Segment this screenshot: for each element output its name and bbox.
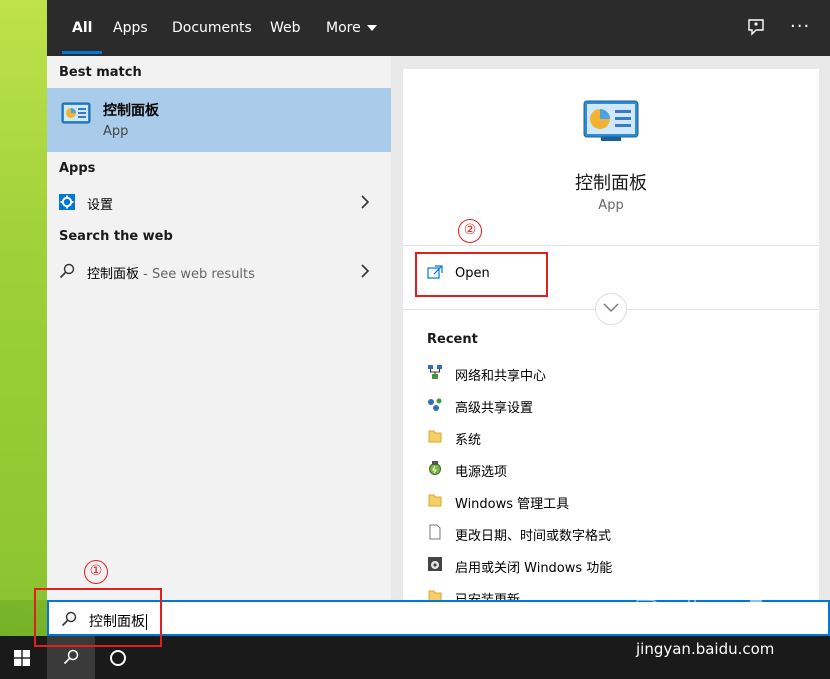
network-icon [428,365,442,379]
recent-item-network[interactable]: 网络和共享中心 [427,361,807,385]
preview-app-name: 控制面板 [575,173,647,194]
svg-text:经验: 经验 [782,603,822,633]
settings-label: 设置 [87,198,114,213]
recent-item-sharing[interactable]: 高级共享设置 [427,393,807,417]
recent-item-windows-features[interactable]: 启用或关闭 Windows 功能 [427,553,807,577]
tab-all[interactable]: All [62,0,103,56]
web-search-result[interactable]: 控制面板 - See web results [47,254,391,288]
control-panel-icon [61,102,91,124]
control-panel-icon [583,100,639,141]
recent-item-power[interactable]: 电源选项 [427,457,807,481]
best-match-result[interactable]: 控制面板 App [47,88,391,152]
tab-apps[interactable]: Apps [113,0,148,56]
tab-web-label: Web [270,20,301,36]
web-result-label: 控制面板 - See web results [87,263,255,282]
annotation-step-2: ② [458,219,482,243]
features-icon [428,557,442,571]
tab-apps-label: Apps [113,20,148,36]
annotation-step-1: ① [84,560,108,584]
results-list-panel: Best match 控制面板 App Apps 设置 Search the w… [47,56,391,601]
web-query: 控制面板 [87,267,140,282]
tab-documents[interactable]: Documents [172,0,252,56]
web-suffix: - See web results [139,267,255,282]
recent-item-label: 更改日期、时间或数字格式 [455,529,612,544]
recent-item-label: 网络和共享中心 [455,369,547,384]
recent-heading: Recent [427,332,478,347]
tab-documents-label: Documents [172,20,252,36]
recent-item-admin-tools[interactable]: Windows 管理工具 [427,489,807,513]
annotation-box-open [415,252,548,297]
more-options-icon[interactable]: ··· [790,18,810,36]
file-icon [429,524,441,540]
chevron-right-icon[interactable] [357,194,373,210]
power-icon [429,461,441,475]
folder-icon [428,430,442,443]
preview-app-type: App [598,198,624,213]
tab-more[interactable]: More [326,0,377,56]
best-match-type: App [103,124,129,139]
gear-icon [59,194,75,210]
search-web-heading: Search the web [59,229,173,244]
active-tab-indicator [62,51,103,54]
sharing-icon [428,398,442,411]
search-tabs-bar: All Apps Documents Web More ··· [47,0,830,56]
recent-item-label: 电源选项 [455,465,508,480]
best-match-name: 控制面板 [103,103,159,119]
chevron-right-icon[interactable] [357,263,373,279]
recent-item-label: 启用或关闭 Windows 功能 [455,561,613,576]
tab-web[interactable]: Web [270,0,301,56]
cortana-icon[interactable] [110,650,126,666]
svg-text:Bai: Bai [634,594,698,635]
tab-all-label: All [72,20,93,36]
preview-panel: 控制面板 App Open Recent 网络和共享中心 高级共享设置 系统 电… [403,69,819,608]
recent-item-label: 高级共享设置 [455,401,534,416]
recent-item-label: Windows 管理工具 [455,497,570,512]
tab-more-label: More [326,20,361,36]
chevron-down-icon [603,303,619,312]
watermark-url: jingyan.baidu.com [636,640,775,658]
app-result-settings[interactable]: 设置 [47,185,391,219]
recent-item-system[interactable]: 系统 [427,425,807,449]
search-icon [59,263,75,279]
windows-start-icon[interactable] [14,650,30,666]
feedback-icon[interactable] [747,18,765,36]
annotation-box-search [34,588,162,647]
recent-item-label: 系统 [455,433,482,448]
desktop-wallpaper-strip [0,0,47,600]
recent-item-date-time[interactable]: 更改日期、时间或数字格式 [427,521,807,545]
folder-icon [428,494,442,507]
expand-button[interactable] [595,293,627,325]
search-icon [63,649,79,665]
apps-heading: Apps [59,161,96,176]
chevron-down-icon [366,25,377,31]
best-match-heading: Best match [59,65,142,80]
